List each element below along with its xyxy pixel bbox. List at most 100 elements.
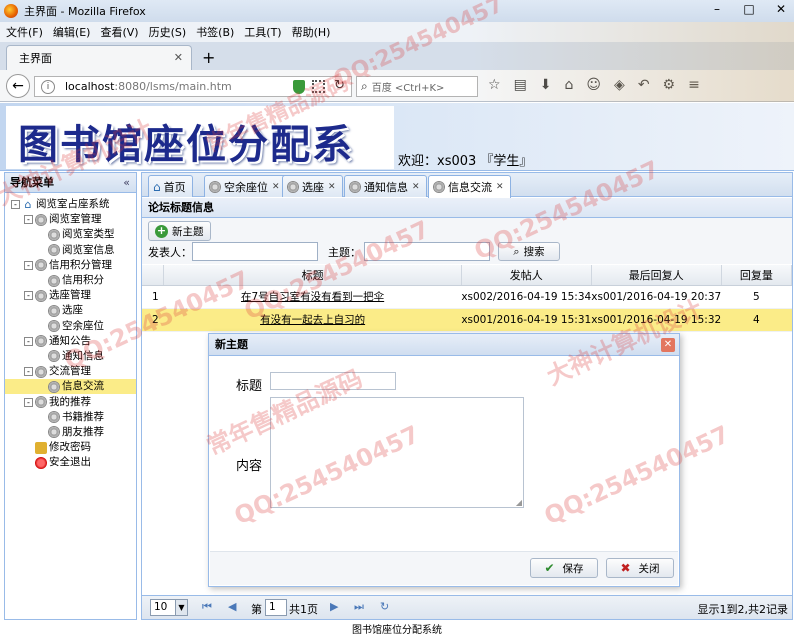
menu-view[interactable]: 查看(V) [100, 24, 138, 40]
close-tab-icon[interactable]: ✕ [412, 182, 420, 192]
collapse-icon[interactable]: « [123, 173, 130, 193]
sidebar-item[interactable]: - 交流管理 [5, 364, 136, 379]
menu-help[interactable]: 帮助(H) [292, 24, 331, 40]
exit-icon [35, 456, 47, 469]
topic-grid: 标题 发帖人 最后回复人 回复量 1 在7号自习室有没有看到一把伞 xs002/20… [142, 265, 793, 332]
new-tab-icon[interactable]: + [202, 48, 215, 67]
page-number-input[interactable]: 1 [265, 599, 287, 616]
save-button[interactable]: ✔ 保存 [530, 558, 598, 578]
back-arrow-icon[interactable]: ← [6, 74, 30, 98]
menu-bookmarks[interactable]: 书签(B) [196, 24, 234, 40]
sidebar-item[interactable]: - ⌂ 阅览室占座系统 [5, 197, 136, 212]
poster-input[interactable] [192, 242, 318, 261]
next-page-icon[interactable]: ▶ [330, 600, 338, 613]
close-label: 关闭 [638, 562, 660, 575]
tree-expander-icon[interactable]: - [11, 200, 20, 210]
reading-list-icon[interactable]: ▤ [514, 77, 527, 93]
col-poster[interactable]: 发帖人 [461, 265, 592, 286]
sidebar-item-label: 信用积分管理 [49, 258, 112, 271]
browser-navbar: ← i localhost:8080/lsms/main.htm ↻ ⌕ 百度 … [0, 70, 794, 102]
qr-code-icon[interactable] [312, 80, 325, 93]
sidebar-item[interactable]: 阅览室信息 [5, 243, 136, 258]
col-title[interactable]: 标题 [163, 265, 462, 286]
sidebar-item[interactable]: 安全退出 [5, 455, 136, 470]
pocket-icon[interactable]: ◈ [614, 77, 625, 93]
undo-icon[interactable]: ↶ [638, 77, 650, 93]
sidebar-item[interactable]: 信用积分 [5, 273, 136, 288]
close-button[interactable]: ✖ 关闭 [606, 558, 674, 578]
bookmark-star-icon[interactable]: ☆ [488, 77, 501, 93]
maximize-icon[interactable]: □ [740, 2, 758, 16]
sidebar-item[interactable]: - 通知公告 [5, 334, 136, 349]
content-tab[interactable]: ⌂ 首页 [148, 175, 193, 197]
content-tab[interactable]: 选座 ✕ [282, 175, 343, 197]
tree-expander-icon[interactable]: - [24, 397, 33, 407]
home-icon[interactable]: ⌂ [565, 77, 574, 93]
hamburger-menu-icon[interactable]: ≡ [688, 77, 700, 93]
first-page-icon[interactable]: ⏮ [202, 600, 212, 614]
dialog-close-icon[interactable]: ✕ [661, 338, 675, 352]
search-bar[interactable]: ⌕ 百度 <Ctrl+K> [356, 76, 478, 97]
tree-expander-icon[interactable]: - [24, 215, 33, 225]
topic-content-textarea[interactable]: ◢ [270, 397, 524, 508]
download-icon[interactable]: ⬇ [540, 77, 552, 93]
sync-icon[interactable]: ☺ [586, 77, 601, 93]
sidebar-item[interactable]: 书籍推荐 [5, 410, 136, 425]
sidebar-item[interactable]: 朋友推荐 [5, 425, 136, 440]
menu-file[interactable]: 文件(F) [6, 24, 43, 40]
search-button[interactable]: ⌕ 搜索 [498, 242, 560, 261]
gear-icon [433, 181, 445, 193]
menu-history[interactable]: 历史(S) [149, 24, 187, 40]
sidebar-item[interactable]: 修改密码 [5, 440, 136, 455]
prev-page-icon[interactable]: ◀ [228, 600, 236, 613]
last-page-icon[interactable]: ⏭ [354, 600, 364, 614]
browser-tab[interactable]: 主界面 ✕ [6, 45, 192, 70]
topic-title-input[interactable] [270, 372, 396, 390]
sidebar-item[interactable]: 通知信息 [5, 349, 136, 364]
sidebar-item[interactable]: - 选座管理 [5, 288, 136, 303]
close-window-icon[interactable]: ✕ [772, 2, 790, 16]
table-row[interactable]: 2 有没有一起去上自习的 xs001/2016-04-19 15:31 xs001/2… [142, 308, 792, 332]
sidebar-item-label: 阅览室管理 [49, 213, 102, 226]
sidebar-item[interactable]: - 我的推荐 [5, 394, 136, 409]
tree-expander-icon[interactable]: - [24, 367, 33, 377]
col-replies[interactable]: 回复量 [721, 265, 793, 286]
info-icon[interactable]: i [41, 79, 55, 94]
addon-gear-icon[interactable]: ⚙ [663, 77, 676, 93]
topic-title-link[interactable]: 有没有一起去上自习的 [260, 314, 365, 326]
new-topic-button[interactable]: + 新主题 [148, 221, 211, 241]
menu-tools[interactable]: 工具(T) [244, 24, 281, 40]
gear-icon [287, 180, 299, 193]
content-tab[interactable]: 信息交流 ✕ [428, 175, 511, 198]
sidebar-item[interactable]: - 阅览室管理 [5, 212, 136, 227]
sidebar-item[interactable]: 阅览室类型 [5, 227, 136, 242]
content-tab[interactable]: 空余座位 ✕ [204, 175, 287, 197]
close-tab-icon[interactable]: ✕ [328, 182, 336, 192]
sidebar-item-label: 书籍推荐 [62, 410, 104, 423]
tree-expander-icon[interactable]: - [24, 336, 33, 346]
close-tab-icon[interactable]: ✕ [272, 182, 280, 192]
close-tab-icon[interactable]: ✕ [496, 182, 504, 192]
tree-expander-icon[interactable]: - [24, 291, 33, 301]
refresh-icon[interactable]: ↻ [380, 600, 389, 613]
panel-title: 论坛标题信息 [142, 198, 792, 218]
topic-title-link[interactable]: 在7号自习室有没有看到一把伞 [241, 291, 384, 303]
menu-edit[interactable]: 编辑(E) [53, 24, 91, 40]
page-size-select[interactable]: 10 ▼ [150, 599, 188, 616]
sidebar-item[interactable]: 信息交流 [5, 379, 136, 395]
content-tab[interactable]: 通知信息 ✕ [344, 175, 427, 197]
subject-label: 主题： [328, 246, 361, 259]
reload-icon[interactable]: ↻ [334, 78, 345, 93]
minimize-icon[interactable]: – [708, 2, 726, 16]
url-bar[interactable]: i localhost:8080/lsms/main.htm ↻ [34, 76, 352, 97]
tree-expander-icon[interactable]: - [24, 260, 33, 270]
table-row[interactable]: 1 在7号自习室有没有看到一把伞 xs002/2016-04-19 15:34 xs0… [142, 285, 792, 309]
col-last-reply[interactable]: 最后回复人 [591, 265, 722, 286]
sidebar-item[interactable]: - 信用积分管理 [5, 258, 136, 273]
resize-grip-icon[interactable]: ◢ [516, 498, 522, 507]
close-tab-icon[interactable]: ✕ [174, 51, 183, 64]
subject-input[interactable] [364, 242, 490, 261]
shield-icon[interactable] [293, 80, 305, 94]
sidebar-item[interactable]: 空余座位 [5, 319, 136, 334]
sidebar-item[interactable]: 选座 [5, 303, 136, 318]
